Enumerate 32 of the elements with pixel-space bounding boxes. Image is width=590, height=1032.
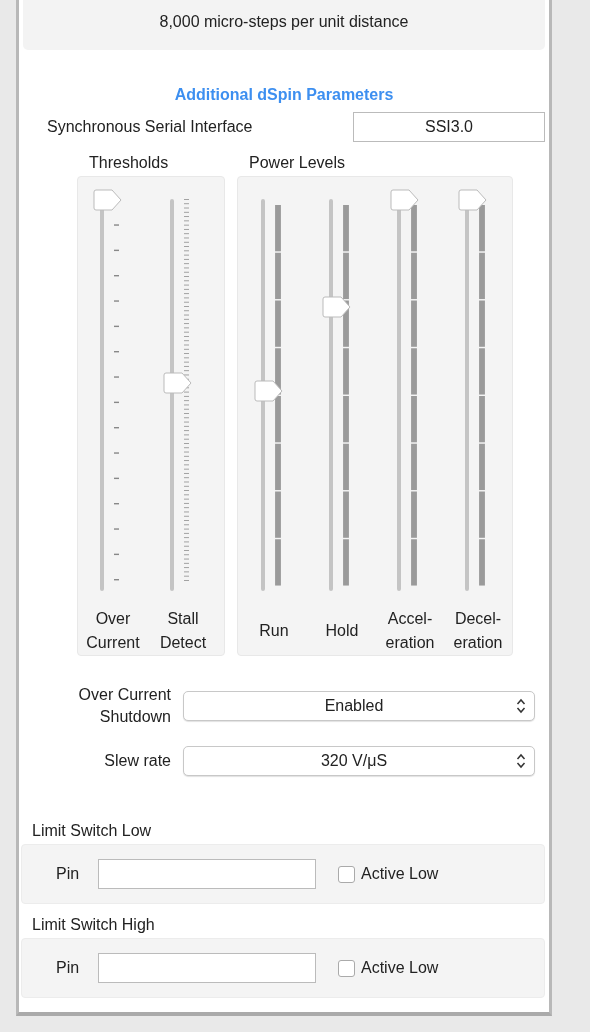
field-label: Pin <box>56 959 81 977</box>
slider-label: Decel-eration <box>452 609 504 653</box>
slider-thumb[interactable] <box>163 372 193 395</box>
popup-label: Over Current Shutdown <box>77 685 172 727</box>
slider-label: Run <box>258 621 290 641</box>
pin-field[interactable] <box>98 859 316 889</box>
slider-thumb[interactable] <box>322 295 352 318</box>
slider-thumb[interactable] <box>254 380 284 402</box>
chevron-updown-icon <box>516 753 526 769</box>
pin-field[interactable] <box>98 953 316 983</box>
ssi-field[interactable]: SSI3.0 <box>353 112 545 142</box>
group-title: Power Levels <box>248 154 347 172</box>
slider-thumb[interactable] <box>458 189 488 211</box>
info-text: 8,000 micro-steps per unit distance <box>159 13 409 31</box>
popup-button[interactable]: Enabled <box>183 691 535 721</box>
slider-label: Hold <box>324 621 360 641</box>
slider-thumb[interactable] <box>93 189 123 211</box>
active-low-checkbox[interactable]: Active Low <box>338 865 439 883</box>
section-title: Additional dSpin Parameters <box>173 86 395 104</box>
field-label: Pin <box>56 865 81 883</box>
chevron-updown-icon <box>516 698 526 714</box>
slider-label: Over Current <box>85 609 141 653</box>
slider-label: Stall Detect <box>158 609 208 653</box>
group-title: Limit Switch High <box>31 916 156 934</box>
active-low-checkbox[interactable]: Active Low <box>338 959 439 977</box>
group-title: Thresholds <box>88 154 170 172</box>
field-label: Synchronous Serial Interface <box>47 118 254 136</box>
popup-button[interactable]: 320 V/μS <box>183 746 535 776</box>
slider-label: Accel-eration <box>384 609 436 653</box>
group-title: Limit Switch Low <box>31 822 153 840</box>
popup-label: Slew rate <box>103 751 172 771</box>
slider-thumb[interactable] <box>390 189 420 211</box>
